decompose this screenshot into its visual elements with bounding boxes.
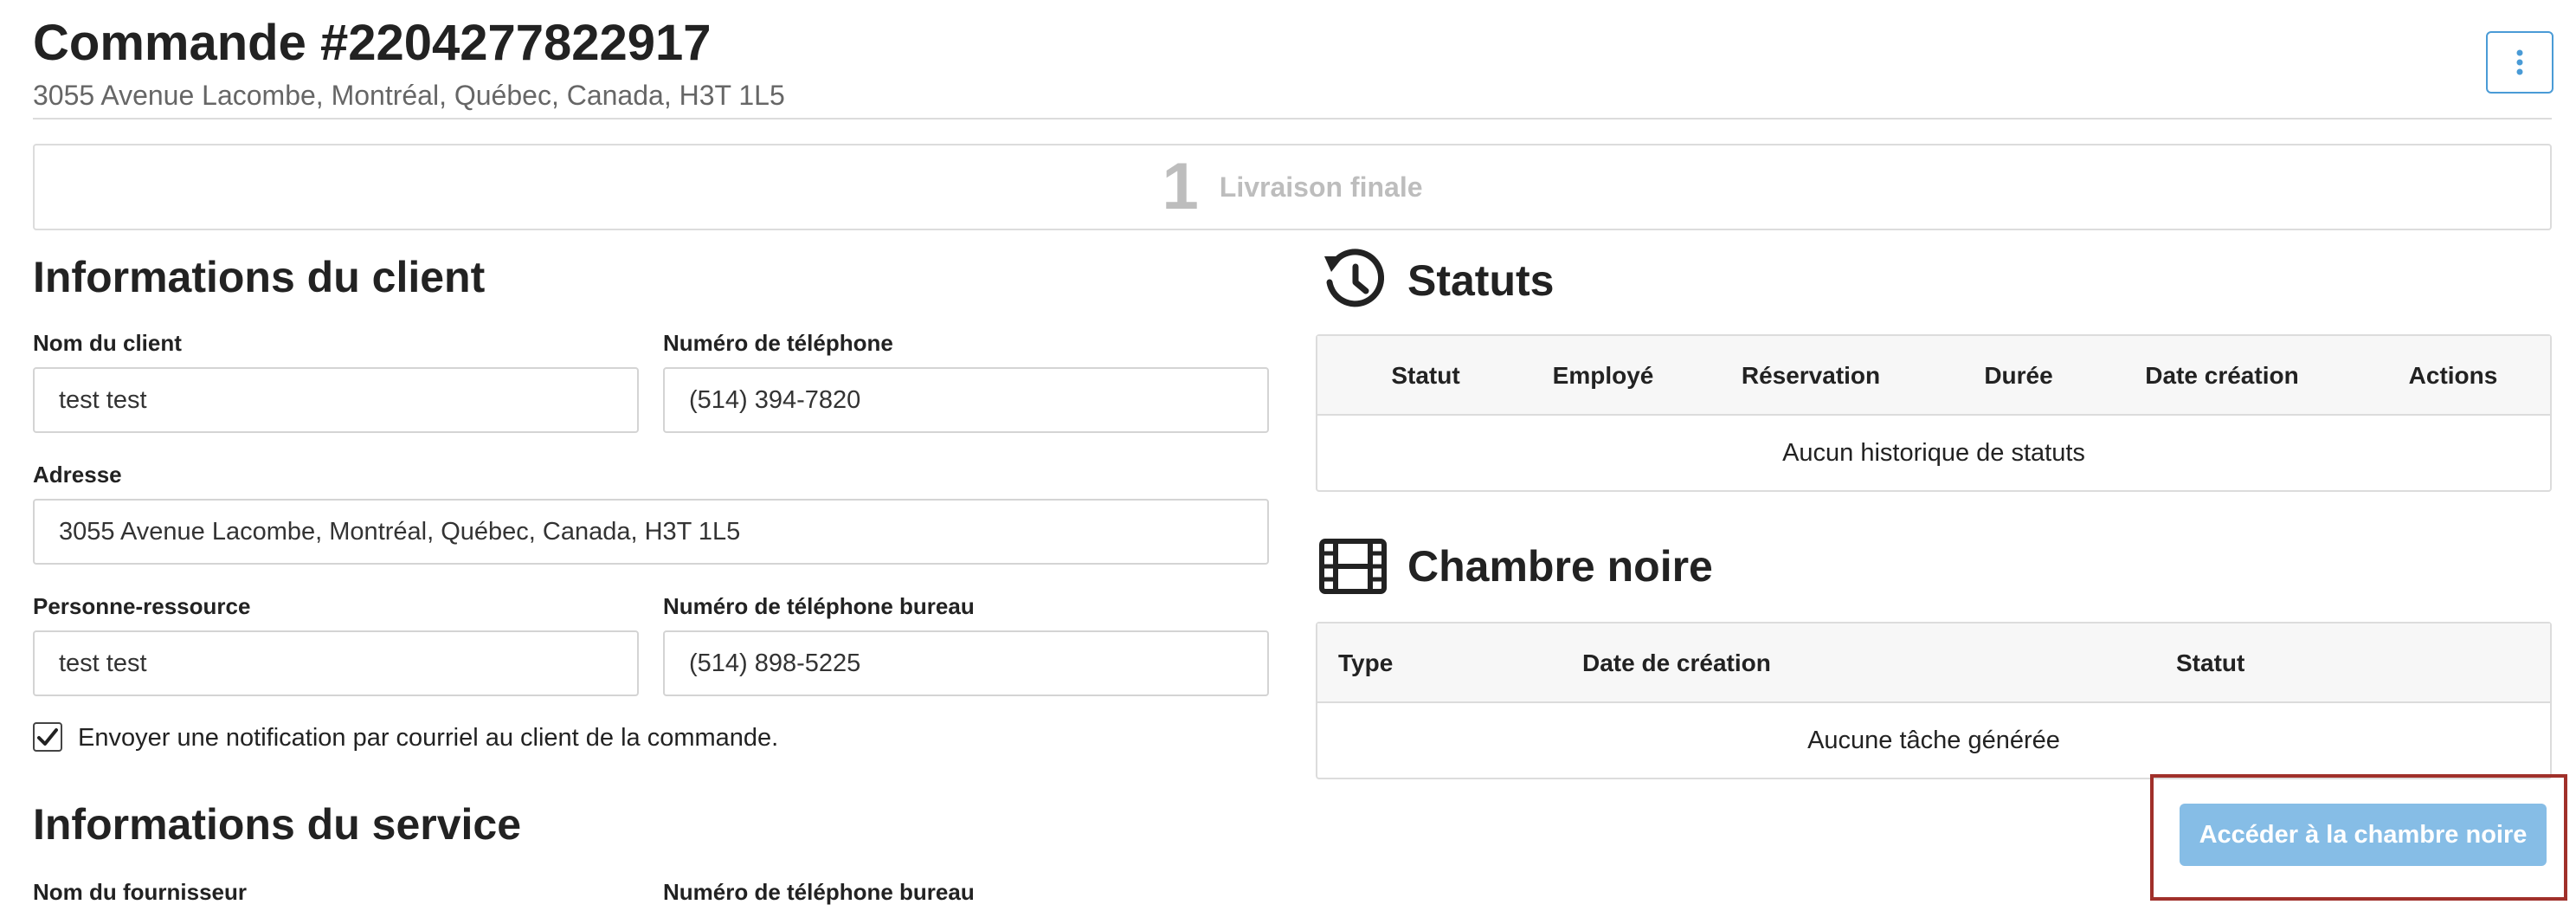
office-phone-input[interactable]: (514) 898-5225 [663, 630, 1269, 696]
vertical-ellipsis-icon [2516, 49, 2523, 75]
more-options-button[interactable] [2486, 31, 2553, 94]
office-phone-label: Numéro de téléphone bureau [663, 593, 975, 619]
chambre-noire-table-header: Type Date de création Statut [1317, 623, 2550, 703]
history-icon [1324, 249, 1385, 307]
service-section-title: Informations du service [33, 800, 522, 849]
supplier-name-label: Nom du fournisseur [33, 879, 248, 905]
address-input[interactable]: 3055 Avenue Lacombe, Montréal, Québec, C… [33, 499, 1269, 565]
client-section-title: Informations du client [33, 253, 486, 301]
service-office-phone-label: Numéro de téléphone bureau [663, 879, 975, 905]
statuts-col-employe: Employé [1552, 362, 1654, 389]
statuts-col-statut: Statut [1391, 362, 1460, 389]
statuts-col-actions: Actions [2408, 362, 2498, 389]
notify-checkbox-label: Envoyer une notification par courriel au… [78, 724, 779, 752]
chambre-col-date-creation: Date de création [1582, 649, 1771, 676]
phone-input[interactable]: (514) 394-7820 [663, 367, 1269, 433]
contact-person-label: Personne-ressource [33, 593, 251, 619]
statuts-col-date-creation: Date création [2145, 362, 2299, 389]
page-subtitle-address: 3055 Avenue Lacombe, Montréal, Québec, C… [33, 80, 785, 111]
statuts-empty-message: Aucun historique de statuts [1782, 439, 2085, 467]
notify-checkbox[interactable] [33, 722, 62, 752]
open-darkroom-button[interactable]: Accéder à la chambre noire [2180, 804, 2547, 866]
page-title: Commande #2204277822917 [33, 15, 712, 71]
checkmark-icon [37, 728, 58, 746]
address-label: Adresse [33, 462, 122, 488]
step-indicator: 1 Livraison finale [33, 144, 2552, 230]
statuts-table-header: Statut Employé Réservation Durée Date cr… [1317, 336, 2550, 416]
order-header: Commande #2204277822917 3055 Avenue Laco… [33, 12, 2553, 120]
statuts-col-reservation: Réservation [1741, 362, 1881, 389]
statuts-table: Statut Employé Réservation Durée Date cr… [1316, 334, 2552, 492]
chambre-empty-message: Aucune tâche générée [1807, 727, 2060, 754]
statuts-title: Statuts [1407, 256, 1555, 305]
statuts-col-duree: Durée [1984, 362, 2053, 389]
chambre-noire-table: Type Date de création Statut Aucune tâch… [1316, 622, 2552, 779]
step-number: 1 [1162, 150, 1199, 223]
client-name-label: Nom du client [33, 330, 182, 356]
client-name-input[interactable]: test test [33, 367, 639, 433]
film-icon [1319, 539, 1387, 594]
chambre-col-type: Type [1338, 649, 1394, 676]
chambre-noire-title: Chambre noire [1407, 542, 1713, 591]
phone-label: Numéro de téléphone [663, 330, 893, 356]
step-label: Livraison finale [1219, 171, 1423, 203]
chambre-col-statut: Statut [2176, 649, 2245, 676]
contact-person-input[interactable]: test test [33, 630, 639, 696]
